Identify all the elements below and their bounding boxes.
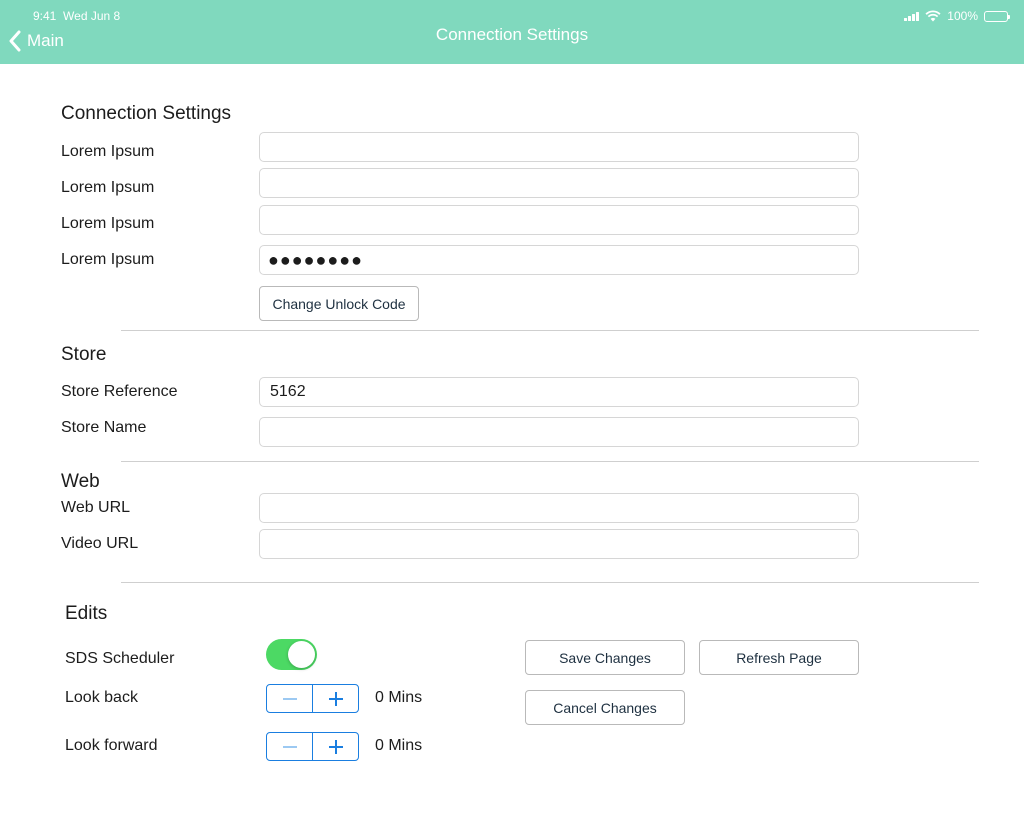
look-back-stepper [266, 684, 359, 713]
look-forward-value: 0 Mins [375, 737, 423, 754]
look-back-value: 0 Mins [375, 689, 423, 706]
look-back-increment-button[interactable] [312, 685, 358, 712]
look-forward-decrement-button[interactable] [267, 733, 312, 760]
sds-scheduler-toggle[interactable] [266, 639, 317, 670]
divider [121, 461, 979, 462]
battery-percent: 100% [947, 9, 978, 23]
signal-icon [904, 11, 920, 21]
status-indicators: 100% [904, 9, 1010, 23]
connection-row-3-label: Lorem Ipsum [61, 215, 155, 232]
status-clock: 9:41 [33, 9, 57, 23]
look-forward-label: Look forward [65, 737, 158, 754]
wifi-icon [925, 10, 941, 22]
look-back-label: Look back [65, 689, 138, 706]
status-time: 9:41 Wed Jun 8 [33, 9, 120, 23]
connection-section-title: Connection Settings [61, 103, 232, 124]
video-url-label: Video URL [61, 535, 139, 552]
video-url-field[interactable] [259, 529, 859, 559]
connection-field-3[interactable] [259, 205, 859, 235]
store-name-label: Store Name [61, 419, 147, 436]
divider [121, 330, 979, 331]
cancel-changes-button[interactable]: Cancel Changes [525, 690, 685, 725]
connection-field-1[interactable] [259, 132, 859, 162]
status-date: Wed Jun 8 [63, 9, 121, 23]
unlock-code-field[interactable] [259, 245, 859, 275]
store-name-field[interactable] [259, 417, 859, 447]
nav-title: Connection Settings [435, 25, 589, 44]
plus-icon [328, 739, 343, 754]
edits-section-title: Edits [65, 603, 108, 624]
store-reference-label: Store Reference [61, 383, 178, 400]
screen: 9:41 Wed Jun 8 100% Main Connection Sett… [0, 0, 1024, 836]
refresh-page-button[interactable]: Refresh Page [699, 640, 859, 675]
web-url-label: Web URL [61, 499, 131, 516]
connection-field-2[interactable] [259, 168, 859, 198]
save-changes-button[interactable]: Save Changes [525, 640, 685, 675]
web-section-title: Web [61, 471, 100, 492]
store-reference-field[interactable] [259, 377, 859, 407]
minus-icon [282, 745, 297, 748]
plus-icon [328, 691, 343, 706]
look-back-decrement-button[interactable] [267, 685, 312, 712]
web-url-field[interactable] [259, 493, 859, 523]
connection-row-4-label: Lorem Ipsum [61, 251, 155, 268]
connection-row-1-label: Lorem Ipsum [61, 143, 155, 160]
sds-scheduler-label: SDS Scheduler [65, 650, 175, 667]
connection-row-2-label: Lorem Ipsum [61, 179, 155, 196]
navigation-bar: 9:41 Wed Jun 8 100% Main Connection Sett… [0, 0, 1024, 64]
change-unlock-code-button[interactable]: Change Unlock Code [259, 286, 419, 321]
store-section-title: Store [61, 344, 107, 365]
minus-icon [282, 697, 297, 700]
battery-icon [984, 10, 1010, 22]
look-forward-stepper [266, 732, 359, 761]
toggle-knob [288, 641, 315, 668]
divider [121, 582, 979, 583]
look-forward-increment-button[interactable] [312, 733, 358, 760]
